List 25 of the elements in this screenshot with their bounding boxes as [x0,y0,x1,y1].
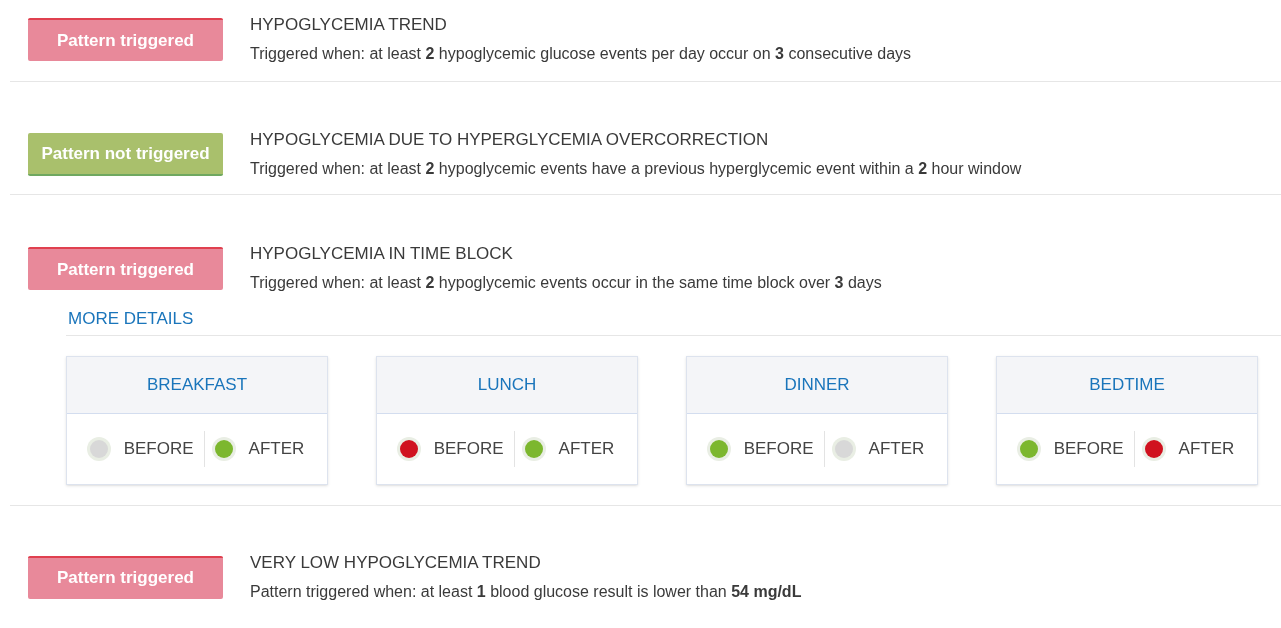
time-block-header: DINNER [687,356,947,414]
pattern-description: Pattern triggered when: at least 1 blood glucose result is lower than 54 mg/dL [250,581,802,602]
pattern-title: VERY LOW HYPOGLYCEMIA TREND [250,552,542,573]
slot-label: BEFORE [123,437,194,460]
pattern-description: Triggered when: at least 2 hypoglycemic events occur in the same time block over 3 days [250,273,882,293]
slot-label: BEFORE [1053,437,1124,460]
time-block-header: BEDTIME [997,356,1257,414]
status-badge: Pattern triggered [28,247,223,290]
slot-label: AFTER [248,437,305,460]
slot-label: BEFORE [743,437,814,460]
pattern-description: Triggered when: at least 2 hypoglycemic events have a previous hyperglycemic event within a 2 hour window [250,159,1022,179]
status-badge: Pattern triggered [28,555,223,599]
more-details-link[interactable]: MORE DETAILS [68,309,194,328]
pattern-title: HYPOGLYCEMIA IN TIME BLOCK [250,244,514,264]
status-badge: Pattern not triggered [28,133,223,176]
status-badge: Pattern triggered [28,18,223,61]
pattern-title: HYPOGLYCEMIA DUE TO HYPERGLYCEMIA OVERCORRECTION [250,130,770,150]
slot-label: AFTER [558,437,615,460]
time-block-header: BREAKFAST [67,356,327,414]
time-block-header: LUNCH [377,356,637,414]
pattern-title: HYPOGLYCEMIA TREND [250,15,448,35]
slot-label: BEFORE [433,437,504,460]
pattern-description: Triggered when: at least 2 hypoglycemic glucose events per day occur on 3 consecutive days [250,44,912,64]
slot-label: AFTER [868,437,925,460]
slot-label: AFTER [1178,437,1235,460]
